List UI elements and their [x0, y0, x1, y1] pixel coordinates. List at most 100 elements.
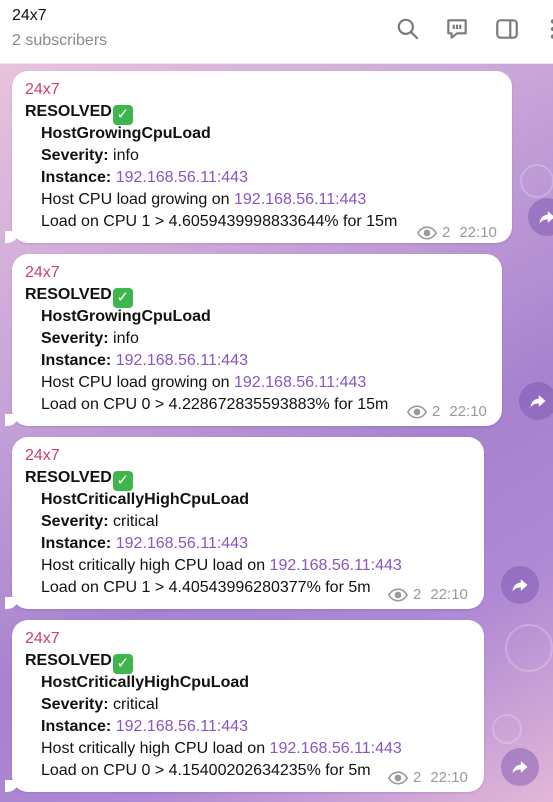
summary-row: Host CPU load growing on 192.168.56.11:4… [41, 372, 366, 394]
severity-row: Severity: critical [41, 694, 158, 716]
severity-value: critical [113, 513, 159, 530]
forward-button[interactable] [501, 748, 539, 786]
alert-name: HostCriticallyHighCpuLoad [41, 674, 250, 691]
chat-background: 24x7 RESOLVED ✓ HostGrowingCpuLoad Severi… [0, 64, 553, 802]
severity-label: Severity: [41, 330, 109, 347]
severity-row: Severity: info [41, 145, 139, 167]
chat-header: 24x7 2 subscribers [0, 0, 553, 64]
alert-detail: Load on CPU 1 > 4.6059439998833644% for … [41, 213, 398, 230]
status-text: RESOLVED [25, 652, 112, 669]
severity-label: Severity: [41, 513, 109, 530]
status-text: RESOLVED [25, 286, 112, 303]
status-text: RESOLVED [25, 469, 112, 486]
instance-link[interactable]: 192.168.56.11:443 [116, 169, 248, 186]
forward-icon [530, 395, 546, 408]
message-bubble[interactable]: 24x7 RESOLVED ✓ HostGrowingCpuLoad Severi… [5, 254, 502, 426]
alert-detail: Load on CPU 1 > 4.40543996280377% for 5m [41, 579, 371, 596]
message-time: 22:10 [449, 403, 487, 420]
alert-name: HostGrowingCpuLoad [41, 125, 211, 142]
eye-icon [388, 588, 408, 602]
view-count: 2 [442, 224, 451, 241]
message-bubble[interactable]: 24x7 RESOLVED ✓ HostCriticallyHighCpuLoad… [5, 620, 484, 792]
message-sender[interactable]: 24x7 [25, 628, 60, 650]
alert-name: HostCriticallyHighCpuLoad [41, 491, 250, 508]
severity-label: Severity: [41, 147, 109, 164]
message-sender[interactable]: 24x7 [25, 262, 60, 284]
instance-link[interactable]: 192.168.56.11:443 [116, 718, 248, 735]
alert-detail: Load on CPU 0 > 4.228672835593883% for 1… [41, 396, 389, 413]
message-time: 22:10 [430, 586, 468, 603]
background-doodle [492, 714, 522, 744]
summary-link[interactable]: 192.168.56.11:443 [234, 374, 366, 391]
bubble-tail [5, 414, 19, 426]
instance-row: Instance: 192.168.56.11:443 [41, 350, 248, 372]
instance-label: Instance: [41, 352, 112, 369]
channel-title[interactable]: 24x7 [12, 7, 47, 25]
eye-icon [388, 771, 408, 785]
alert-name: HostGrowingCpuLoad [41, 308, 211, 325]
search-icon[interactable] [395, 16, 421, 42]
summary-link[interactable]: 192.168.56.11:443 [270, 557, 402, 574]
severity-value: info [113, 147, 139, 164]
message-meta: 2 22:10 [388, 769, 468, 787]
instance-label: Instance: [41, 169, 112, 186]
instance-row: Instance: 192.168.56.11:443 [41, 533, 248, 555]
forward-icon [512, 761, 528, 774]
message-sender[interactable]: 24x7 [25, 79, 60, 101]
severity-row: Severity: info [41, 328, 139, 350]
check-mark-icon: ✓ [112, 471, 133, 491]
comments-icon[interactable] [444, 16, 470, 42]
summary-text: Host CPU load growing on [41, 374, 230, 391]
summary-link[interactable]: 192.168.56.11:443 [234, 191, 366, 208]
instance-label: Instance: [41, 535, 112, 552]
message-time: 22:10 [430, 769, 468, 786]
message-meta: 2 22:10 [417, 224, 497, 242]
status-text: RESOLVED [25, 103, 112, 120]
bubble-tail [5, 597, 19, 609]
background-doodle [505, 624, 553, 672]
severity-value: critical [113, 696, 159, 713]
instance-row: Instance: 192.168.56.11:443 [41, 167, 248, 189]
summary-text: Host critically high CPU load on [41, 740, 266, 757]
view-count: 2 [413, 769, 422, 786]
alert-detail: Load on CPU 0 > 4.15400202634235% for 5m [41, 762, 371, 779]
view-count: 2 [432, 403, 441, 420]
instance-row: Instance: 192.168.56.11:443 [41, 716, 248, 738]
alert-status: RESOLVED ✓ [25, 101, 133, 125]
message-time: 22:10 [459, 224, 497, 241]
forward-icon [539, 211, 553, 224]
severity-value: info [113, 330, 139, 347]
summary-row: Host CPU load growing on 192.168.56.11:4… [41, 189, 366, 211]
forward-button[interactable] [519, 382, 553, 420]
forward-button[interactable] [528, 198, 553, 236]
severity-label: Severity: [41, 696, 109, 713]
eye-icon [417, 226, 437, 240]
view-count: 2 [413, 586, 422, 603]
alert-status: RESOLVED ✓ [25, 467, 133, 491]
summary-text: Host critically high CPU load on [41, 557, 266, 574]
severity-row: Severity: critical [41, 511, 158, 533]
sidebar-toggle-icon[interactable] [494, 16, 520, 42]
check-mark-icon: ✓ [112, 288, 133, 308]
message-sender[interactable]: 24x7 [25, 445, 60, 467]
summary-text: Host CPU load growing on [41, 191, 230, 208]
forward-button[interactable] [501, 566, 539, 604]
alert-status: RESOLVED ✓ [25, 650, 133, 674]
instance-label: Instance: [41, 718, 112, 735]
instance-link[interactable]: 192.168.56.11:443 [116, 352, 248, 369]
instance-link[interactable]: 192.168.56.11:443 [116, 535, 248, 552]
eye-icon [407, 405, 427, 419]
message-meta: 2 22:10 [388, 586, 468, 604]
alert-status: RESOLVED ✓ [25, 284, 133, 308]
message-bubble[interactable]: 24x7 RESOLVED ✓ HostCriticallyHighCpuLoad… [5, 437, 484, 609]
summary-row: Host critically high CPU load on 192.168… [41, 738, 402, 760]
message-bubble[interactable]: 24x7 RESOLVED ✓ HostGrowingCpuLoad Severi… [5, 71, 512, 243]
summary-link[interactable]: 192.168.56.11:443 [270, 740, 402, 757]
check-mark-icon: ✓ [112, 105, 133, 125]
bubble-tail [5, 231, 19, 243]
background-doodle [520, 164, 553, 198]
check-mark-icon: ✓ [112, 654, 133, 674]
more-icon[interactable] [540, 16, 553, 42]
channel-subscriber-count: 2 subscribers [12, 32, 108, 49]
bubble-tail [5, 780, 19, 792]
